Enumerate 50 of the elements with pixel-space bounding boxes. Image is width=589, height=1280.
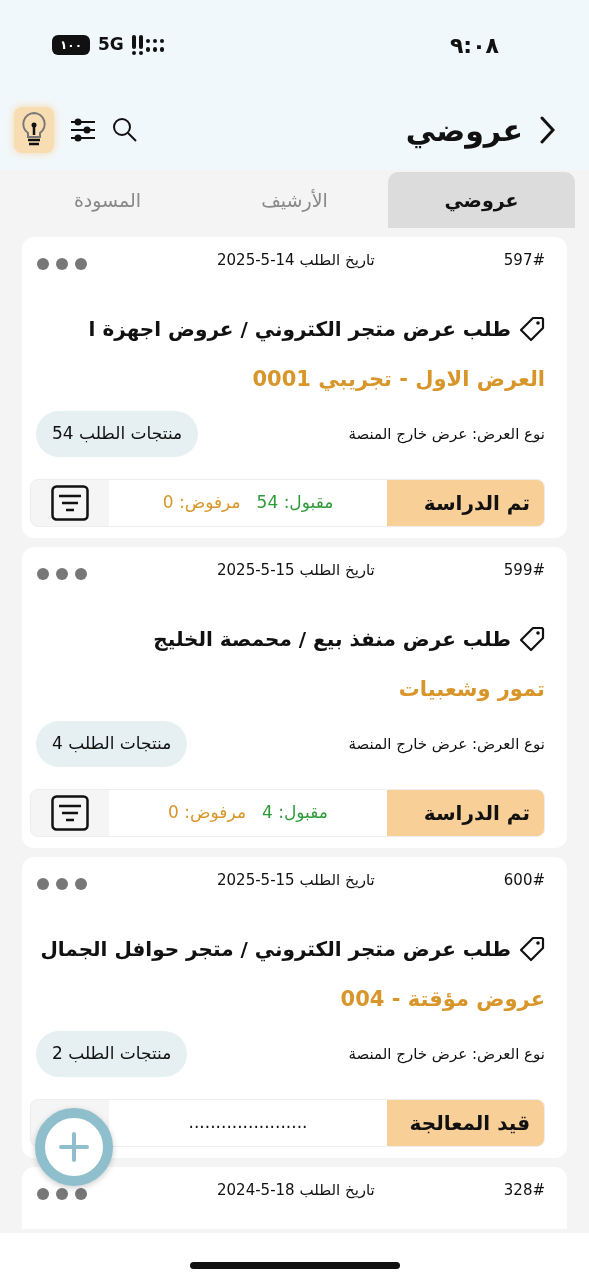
order-date: تاريخ الطلب 18-5-2024 bbox=[217, 1180, 375, 1201]
more-icon[interactable] bbox=[36, 567, 88, 581]
search-icon[interactable] bbox=[112, 117, 138, 143]
tab[interactable]: المسودة bbox=[14, 172, 201, 228]
order-date: تاريخ الطلب 15-5-2025 bbox=[217, 870, 375, 891]
offer-name: تمور وشعبيات bbox=[397, 675, 545, 703]
signal-icon bbox=[131, 35, 166, 55]
tab[interactable]: الأرشيف bbox=[201, 172, 388, 228]
pending-dots: ...................... bbox=[188, 1110, 308, 1134]
order-date: تاريخ الطلب 14-5-2025 bbox=[217, 250, 375, 271]
accepted-count: مقبول: 54 bbox=[256, 490, 334, 514]
network-label: 5G bbox=[98, 33, 124, 57]
status-label: قيد المعالجة bbox=[387, 1099, 544, 1146]
page-title: عروضي bbox=[405, 111, 523, 151]
products-count: منتجات الطلب 2 bbox=[36, 1031, 188, 1077]
tag-icon bbox=[519, 935, 545, 962]
list-icon[interactable] bbox=[51, 484, 89, 521]
rejected-count: مرفوض: 0 bbox=[168, 800, 246, 824]
order-title: طلب عرض متجر الكتروني / عروض اجهزة ا bbox=[88, 315, 511, 344]
offer-type: نوع العرض: عرض خارج المنصة bbox=[348, 1043, 545, 1065]
offer-name: العرض الاول - تجريبي 0001 bbox=[251, 365, 545, 393]
order-title: طلب عرض منفذ بيع / محمصة الخليج bbox=[153, 625, 511, 653]
products-count: منتجات الطلب 54 bbox=[36, 411, 199, 457]
accepted-count: مقبول: 4 bbox=[262, 800, 328, 824]
order-date: تاريخ الطلب 15-5-2025 bbox=[217, 560, 375, 581]
more-icon[interactable] bbox=[36, 257, 88, 271]
plus-icon bbox=[59, 1132, 89, 1162]
battery-icon: ١٠٠ bbox=[52, 35, 90, 55]
offer-type: نوع العرض: عرض خارج المنصة bbox=[348, 733, 545, 755]
more-icon[interactable] bbox=[36, 877, 88, 891]
filter-sliders-icon[interactable] bbox=[70, 118, 96, 142]
tag-icon bbox=[519, 625, 545, 652]
status-label: تم الدراسة bbox=[387, 789, 544, 836]
back-icon[interactable] bbox=[539, 116, 555, 144]
more-icon[interactable] bbox=[36, 1187, 88, 1201]
products-count: منتجات الطلب 4 bbox=[36, 721, 188, 767]
tag-icon bbox=[519, 315, 545, 342]
status-label: تم الدراسة bbox=[387, 479, 544, 526]
order-number: 328# bbox=[503, 1180, 545, 1201]
order-title: طلب عرض متجر الكتروني / متجر حوافل الجمال bbox=[40, 935, 511, 964]
offer-type: نوع العرض: عرض خارج المنصة bbox=[348, 423, 545, 445]
lightbulb-icon[interactable] bbox=[14, 107, 54, 153]
order-number: 597# bbox=[503, 250, 545, 271]
rejected-count: مرفوض: 0 bbox=[162, 490, 241, 514]
list-icon[interactable] bbox=[51, 794, 89, 831]
order-number: 600# bbox=[503, 870, 545, 891]
tab[interactable]: عروضي bbox=[388, 172, 575, 228]
offer-name: عروض مؤقتة - 004 bbox=[339, 985, 545, 1013]
clock: ٩:٠٨ bbox=[449, 31, 499, 60]
order-number: 599# bbox=[503, 560, 545, 581]
